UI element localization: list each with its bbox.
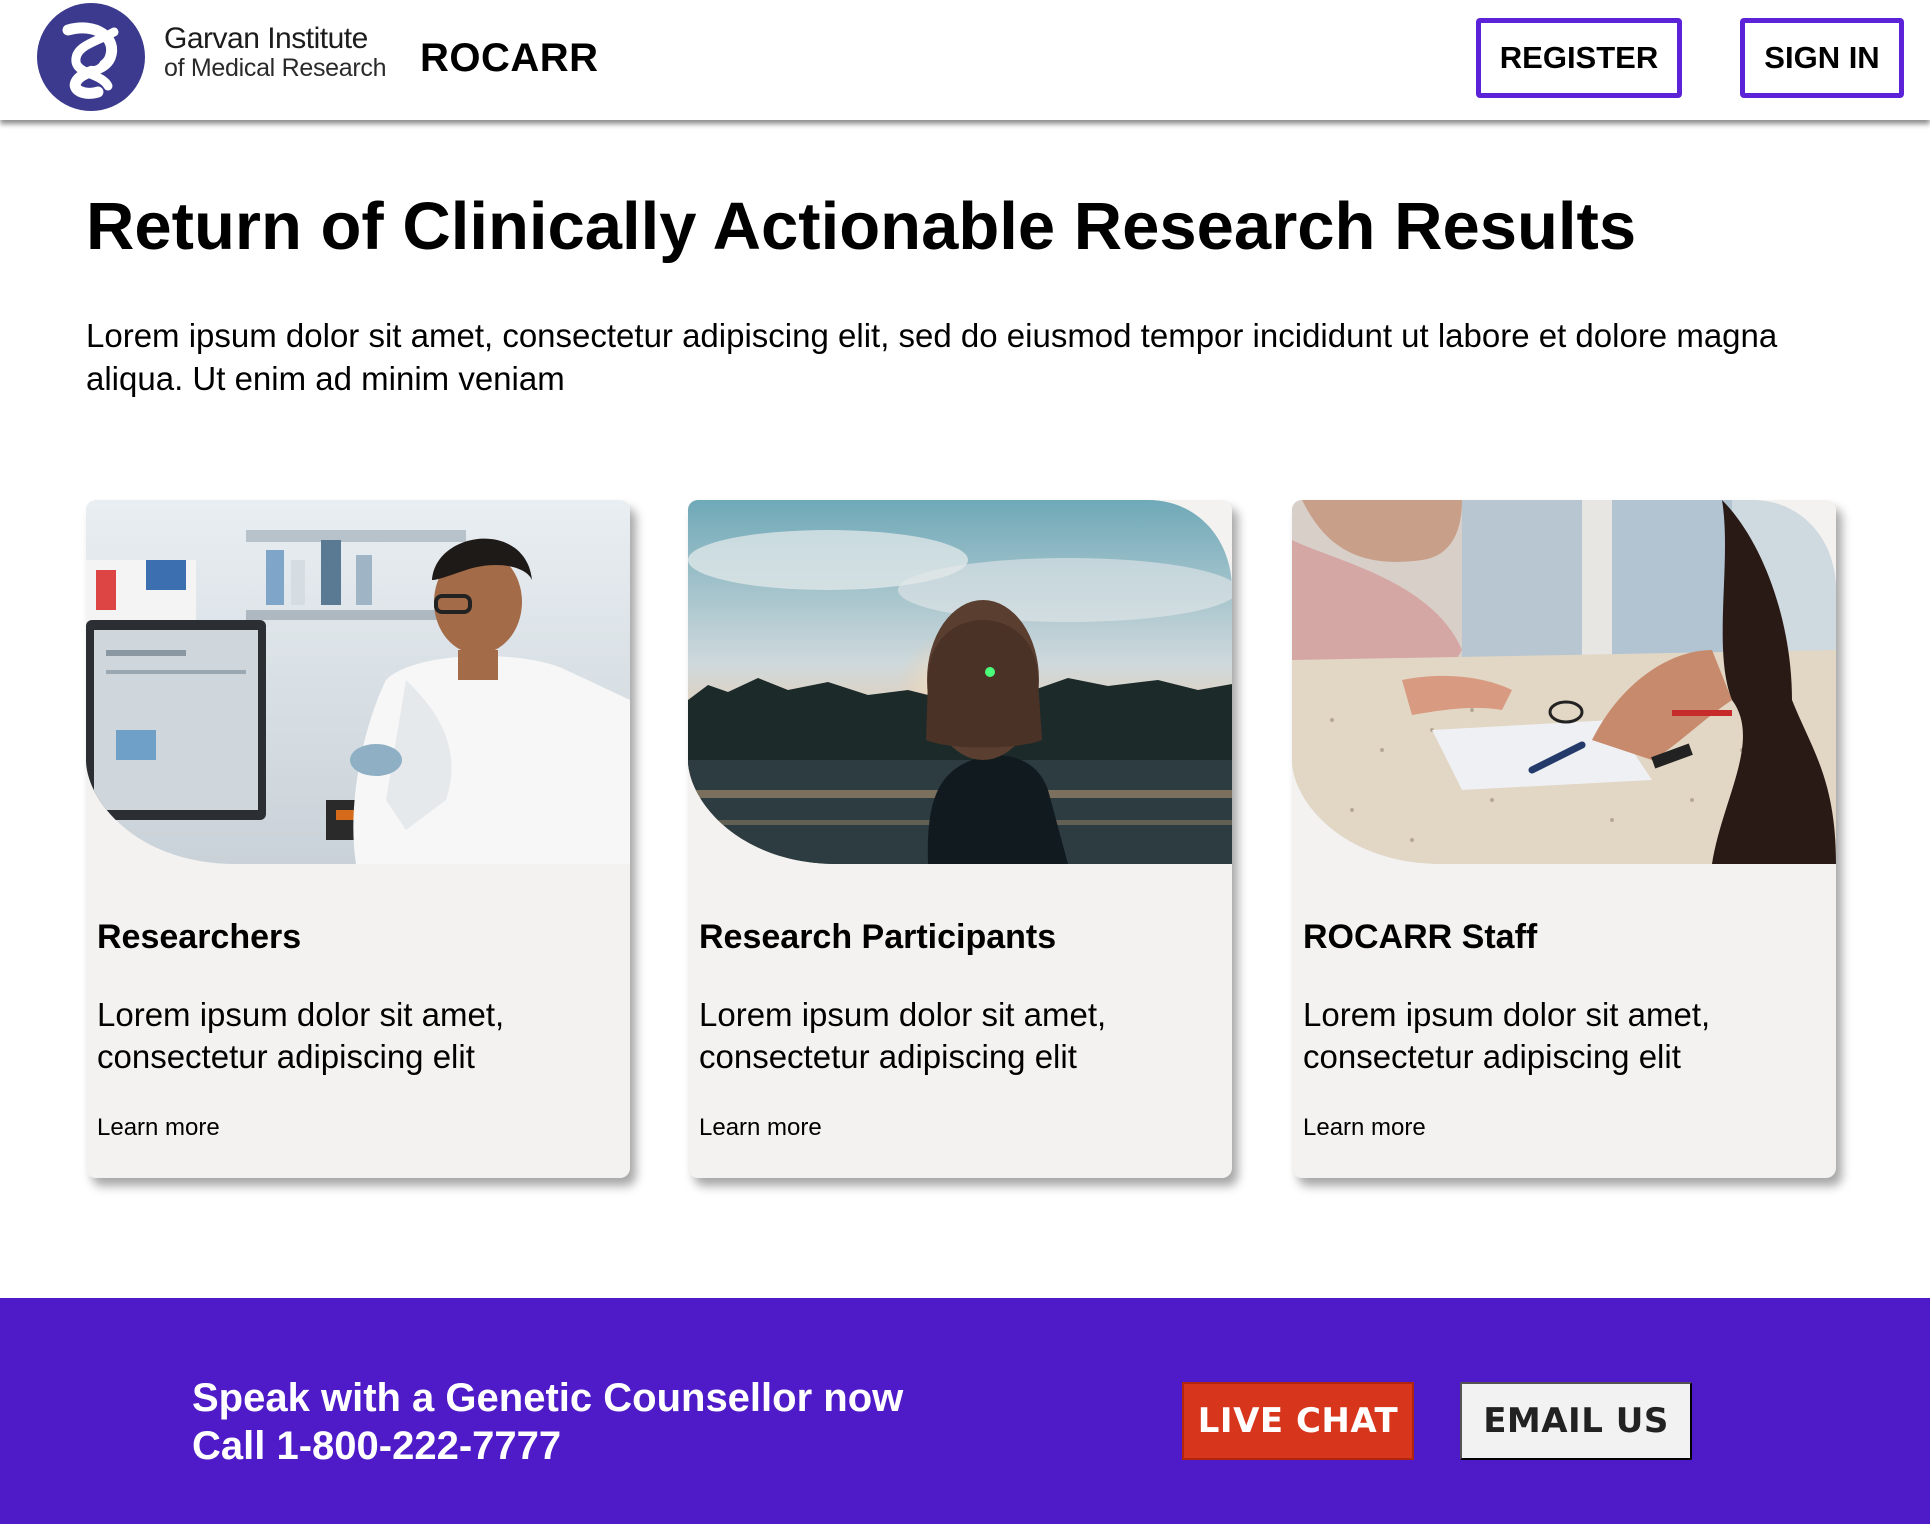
register-button[interactable]: REGISTER [1476, 18, 1682, 98]
woman-at-sunset-lake-image [688, 500, 1232, 864]
card-title: Research Participants [699, 918, 1057, 956]
card-text: Lorem ipsum dolor sit amet, consectetur … [1303, 996, 1711, 1075]
contact-banner: Speak with a Genetic Counsellor now Call… [0, 1298, 1930, 1524]
page-intro-text: Lorem ipsum dolor sit amet, consectetur … [86, 317, 1778, 397]
card-title: Researchers [97, 918, 302, 956]
phone-number[interactable]: Call 1-800-222-7777 [192, 1422, 903, 1470]
learn-more-link[interactable]: Learn more [1303, 1114, 1426, 1142]
two-people-at-table-image [1292, 500, 1836, 864]
counsellor-headline: Speak with a Genetic Counsellor now [192, 1376, 904, 1420]
contact-banner-text: Speak with a Genetic Counsellor now Call… [192, 1374, 903, 1470]
card-text: Lorem ipsum dolor sit amet, consectetur … [699, 996, 1107, 1075]
garvan-logo-icon[interactable] [36, 2, 146, 112]
sign-in-button[interactable]: SIGN IN [1740, 18, 1904, 98]
live-chat-button[interactable]: LIVE CHAT [1182, 1382, 1414, 1460]
research-participants-card[interactable]: Research Participants Lorem ipsum dolor … [688, 500, 1232, 1178]
page-title: Return of Clinically Actionable Research… [86, 189, 1637, 264]
logo-line-1: Garvan Institute [164, 22, 368, 55]
learn-more-link[interactable]: Learn more [699, 1114, 822, 1142]
logo-line-2: of Medical Research [164, 54, 387, 82]
app-name[interactable]: ROCARR [420, 36, 599, 81]
card-text: Lorem ipsum dolor sit amet, consectetur … [97, 996, 505, 1075]
site-header: Garvan Institute of Medical Research ROC… [0, 0, 1930, 120]
email-us-button[interactable]: EMAIL US [1460, 1382, 1692, 1460]
rocarr-staff-card[interactable]: ROCARR Staff Lorem ipsum dolor sit amet,… [1292, 500, 1836, 1178]
garvan-logo-text: Garvan Institute of Medical Research [164, 24, 386, 81]
learn-more-link[interactable]: Learn more [97, 1114, 220, 1142]
researchers-card[interactable]: Researchers Lorem ipsum dolor sit amet, … [86, 500, 630, 1178]
card-title: ROCARR Staff [1303, 918, 1538, 956]
researcher-in-lab-image [86, 500, 630, 864]
